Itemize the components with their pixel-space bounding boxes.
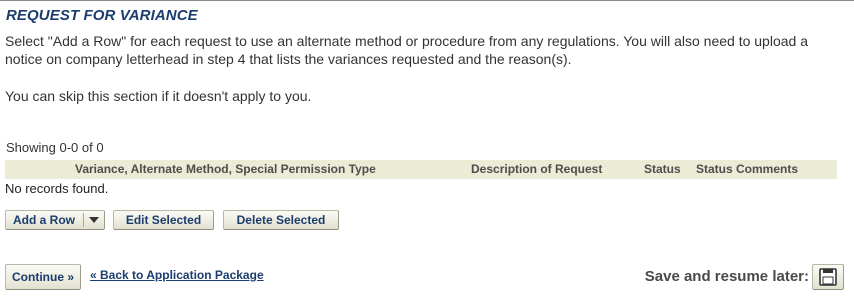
chevron-down-icon [89, 217, 99, 223]
top-divider [0, 0, 854, 1]
back-to-application-package-link[interactable]: « Back to Application Package [90, 268, 264, 282]
record-count: Showing 0-0 of 0 [6, 140, 104, 155]
save-resume-button[interactable] [812, 264, 844, 290]
column-header-variance-type[interactable]: Variance, Alternate Method, Special Perm… [75, 162, 376, 176]
column-header-status-comments[interactable]: Status Comments [696, 162, 798, 176]
column-header-status[interactable]: Status [644, 162, 681, 176]
table-header: Variance, Alternate Method, Special Perm… [5, 160, 837, 179]
section-title: REQUEST FOR VARIANCE [6, 7, 198, 24]
section-intro: Select "Add a Row" for each request to u… [5, 33, 808, 67]
edit-selected-button[interactable]: Edit Selected [113, 210, 214, 230]
add-row-button[interactable]: Add a Row [6, 211, 82, 229]
continue-button[interactable]: Continue » [5, 264, 81, 290]
delete-selected-button[interactable]: Delete Selected [223, 210, 339, 230]
column-header-description[interactable]: Description of Request [471, 162, 602, 176]
empty-table-message: No records found. [5, 181, 109, 196]
add-row-dropdown-button[interactable] [84, 211, 104, 229]
add-row-split-button: Add a Row [5, 210, 105, 230]
floppy-disk-icon [819, 268, 837, 286]
skip-note: You can skip this section if it doesn't … [5, 88, 312, 104]
save-resume-label: Save and resume later: [644, 268, 809, 285]
